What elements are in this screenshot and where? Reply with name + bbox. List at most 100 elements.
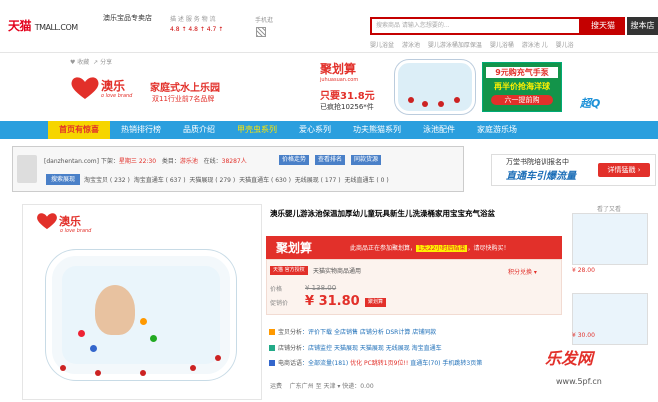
original-price: ¥ 138.00: [305, 284, 337, 292]
qr-code-icon[interactable]: [256, 27, 266, 37]
pool-dot: [215, 355, 221, 361]
points-exchange-link[interactable]: 积分兑换 ▾: [508, 267, 537, 276]
nav-item-hot[interactable]: 热销排行榜: [110, 121, 172, 139]
shelf-value: 星期三 22:30: [118, 158, 157, 165]
shelf-label: 下架：: [100, 158, 119, 165]
search-store-button[interactable]: 搜本店: [627, 17, 658, 35]
rank-item[interactable]: 无线直通车 ( 0 ): [344, 177, 388, 184]
watermark-url: www.5pf.cn: [556, 377, 602, 386]
dsr-labels: 描 述 服 务 物 流: [170, 16, 216, 23]
search-tmall-button[interactable]: 搜天猫: [581, 17, 625, 35]
logo-text: 天猫: [8, 19, 32, 33]
rank-item[interactable]: 淘宝直通车 ( 637 ): [134, 177, 186, 184]
promo-line2: 再半价抢海洋球: [494, 82, 550, 91]
nav-item-home[interactable]: 首页有惊喜: [48, 121, 110, 139]
ball-icon: [78, 330, 85, 337]
dsr-ratings: 描 述 服 务 物 流 4.8 ↑ 4.8 ↑ 4.7 ↑: [170, 15, 240, 35]
baby-figure: [95, 285, 135, 335]
analysis-links[interactable]: 评价下载 全店销售 店铺分析 DSR计算 店铺同款: [308, 329, 436, 336]
pool-dot: [140, 370, 146, 376]
nav-item-panda[interactable]: 功夫熊猫系列: [342, 121, 412, 139]
shipping-line: 运费 广东广州 至 天津 ▾ 快递：0.00: [270, 381, 374, 390]
product-brand-heart-icon: [37, 213, 57, 230]
analysis-label: 宝贝分析: [278, 329, 303, 336]
nav-item-beetle[interactable]: 甲壳虫系列: [226, 121, 288, 139]
search-rank-button[interactable]: 搜索展现: [46, 174, 80, 185]
ju-title: 聚划算: [320, 62, 357, 76]
category-label: 类目：: [161, 158, 180, 165]
online-label: 在线：: [203, 158, 222, 165]
search-input[interactable]: 搜索商品 请输入您想要的...: [370, 17, 581, 35]
shop-analysis-line: 店铺分析：店铺监控 天猫展现 天猫展现 无线展现 淘宝直通车: [269, 343, 442, 352]
category-value: 游乐池: [179, 158, 198, 165]
tmall-auth-badge: 天猫 官方授权: [270, 266, 308, 275]
brand-heart-logo-icon: [71, 77, 99, 99]
price-trend-button[interactable]: 价格走势: [279, 155, 310, 165]
keyword-line: 电商话语：全部流量(181) 优化 PC跳转1页9位!! 直通车(70) 手机跳…: [269, 358, 482, 367]
hot-word[interactable]: 游泳池: [402, 42, 420, 49]
favorite-link[interactable]: 收藏: [77, 59, 89, 66]
keyword-optimize[interactable]: 优化 PC跳转1页9位!!: [350, 360, 408, 367]
keyword-flow[interactable]: 全部流量(181): [308, 360, 348, 367]
hot-word[interactable]: 游泳池 儿: [522, 42, 548, 49]
hot-word[interactable]: 婴儿浴盆: [370, 42, 394, 49]
rank-item[interactable]: 天猫直通车 ( 630 ): [239, 177, 291, 184]
pool-dot: [190, 365, 196, 371]
nav-item-love[interactable]: 爱心系列: [288, 121, 342, 139]
hot-word[interactable]: 婴儿游泳桶加厚保温: [428, 42, 482, 49]
ball-icon: [140, 318, 147, 325]
promo-line3: 六一提前购: [491, 95, 553, 105]
ju-price: 只要31.8元: [320, 91, 375, 102]
sidebar-product-image[interactable]: [572, 213, 648, 265]
ju-bar-label: 聚划算: [276, 241, 313, 255]
nav-item-playground[interactable]: 家庭游乐场: [466, 121, 528, 139]
rank-button[interactable]: 查看排名: [315, 155, 346, 165]
price-label: 价格: [270, 286, 283, 293]
plugin-info-line: [danzhentan.com] 下架：星期三 22:30 类目：游乐池 在线：…: [44, 156, 247, 165]
keyword-label: 电商话语: [278, 360, 303, 367]
hot-word[interactable]: 婴儿浴桶: [490, 42, 514, 49]
shop-analysis-links[interactable]: 店铺监控 天猫展现 天猫展现 无线展现 淘宝直通车: [308, 345, 442, 352]
sidebar-price: ¥ 28.00: [572, 267, 595, 274]
pool-dot: [60, 365, 66, 371]
ad-detail-button[interactable]: 详情猛戳 ›: [598, 163, 650, 177]
logo-suffix: TMALL.COM: [34, 23, 79, 32]
dsr-values: 4.8 ↑ 4.8 ↑ 4.7 ↑: [170, 26, 224, 33]
ball-icon: [90, 345, 97, 352]
juhuasuan-ad[interactable]: 聚划算 juhuasuan.com 只要31.8元 已疯抢10256*件: [320, 60, 390, 116]
watermark-logo: 乐发网: [545, 349, 594, 368]
shop-nav: 首页有惊喜 热销排行榜 品质介绍 甲壳虫系列 爱心系列 功夫熊猫系列 泳池配件 …: [0, 121, 658, 139]
ju-notice-text: 此商品正在参加聚划算，: [350, 245, 417, 252]
hot-word[interactable]: 婴儿浴: [556, 42, 574, 49]
pool-product-image[interactable]: [395, 60, 475, 114]
ship-label: 运费: [270, 383, 283, 390]
promo-price: ¥ 31.80: [305, 294, 360, 309]
keyword-tail[interactable]: 直通车(70) 手机跳转3页第: [410, 360, 482, 367]
training-ad[interactable]: 万堂书院培训报名中 直通车引爆流量 详情猛戳 ›: [491, 154, 656, 186]
product-brand-name: 澳乐: [59, 215, 81, 228]
mobile-label: 手机逛: [255, 17, 274, 24]
ju-price-tag: 聚划算: [365, 298, 387, 307]
sidebar-price: ¥ 30.00: [572, 332, 595, 339]
online-value: 38287人: [221, 158, 247, 165]
shop-icon: [269, 345, 275, 351]
header-divider: [0, 52, 658, 53]
promo-box[interactable]: 9元购充气手泵 再半价抢海洋球 六一提前购: [482, 62, 562, 112]
ju-sold: 已疯抢10256*件: [320, 103, 374, 111]
tmall-logo[interactable]: 天猫 TMALL.COM: [8, 17, 78, 34]
keyword-icon: [269, 360, 275, 366]
plugin-site[interactable]: [danzhentan.com]: [44, 158, 99, 165]
nav-item-accessories[interactable]: 泳池配件: [412, 121, 466, 139]
shop-name[interactable]: 澳乐宝品专卖店: [103, 14, 169, 23]
ship-destination[interactable]: 广东广州 至 天津 ▾ 快递：0.00: [290, 383, 374, 390]
rank-item[interactable]: 无线展现 ( 177 ): [295, 177, 341, 184]
ju-notice-end: ，请尽快购买！: [467, 245, 510, 252]
nav-item-quality[interactable]: 品质介绍: [172, 121, 226, 139]
rank-item[interactable]: 淘宝宝贝 ( 232 ): [84, 177, 130, 184]
share-link[interactable]: 分享: [100, 59, 112, 66]
rank-item[interactable]: 天猫展现 ( 279 ): [189, 177, 235, 184]
same-source-button[interactable]: 同款货源: [351, 155, 382, 165]
ju-countdown: 1天22小时后结束: [416, 245, 468, 252]
juhuasuan-bar: 聚划算 此商品正在参加聚划算， 1天22小时后结束 ，请尽快购买！: [266, 236, 562, 259]
superq-logo: 超Q: [580, 97, 601, 110]
